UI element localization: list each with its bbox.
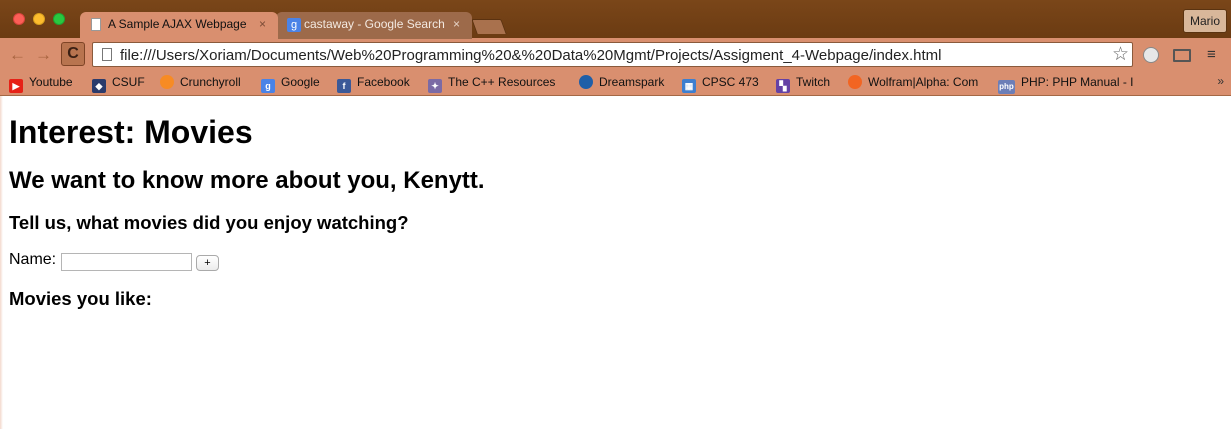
document-icon (102, 48, 112, 61)
page-subtitle: We want to know more about you, Kenytt. (9, 167, 485, 194)
dreamspark-icon (579, 75, 593, 89)
back-arrow-icon[interactable]: ← (9, 45, 26, 65)
tab-google-search[interactable]: g castaway - Google Search × (276, 12, 472, 39)
cast-icon[interactable] (1173, 49, 1191, 62)
name-input[interactable] (61, 253, 192, 271)
bookmark-star-icon[interactable]: ☆ (1112, 43, 1129, 66)
tab-sample-ajax[interactable]: A Sample AJAX Webpage × (80, 12, 278, 39)
tab-close-icon[interactable]: × (259, 17, 266, 31)
new-tab-button[interactable] (471, 19, 507, 34)
url-text[interactable]: file:///Users/Xoriam/Documents/Web%20Pro… (120, 47, 941, 64)
window-close-button[interactable] (13, 13, 25, 25)
page-title: Interest: Movies (9, 114, 253, 150)
menu-icon[interactable]: ≡ (1207, 47, 1216, 62)
tab-close-icon[interactable]: × (453, 17, 460, 31)
movies-list-heading: Movies you like: (9, 288, 152, 309)
extension-shield-icon[interactable] (1143, 47, 1159, 63)
bookmark-dreamspark[interactable]: Dreamspark (579, 75, 664, 89)
csuf-icon: ◆ (92, 79, 106, 93)
google-icon: g (261, 79, 275, 93)
cpp-resources-icon: ✦ (428, 79, 442, 93)
browser-toolbar: ← → C file:///Users/Xoriam/Documents/Web… (0, 38, 1231, 70)
movies-prompt: Tell us, what movies did you enjoy watch… (9, 212, 409, 233)
google-icon: g (287, 18, 301, 32)
bookmark-google[interactable]: g Google (261, 75, 320, 93)
profile-button[interactable]: Mario (1182, 9, 1227, 33)
bookmark-twitch[interactable]: ▚ Twitch (776, 75, 830, 93)
bookmark-facebook[interactable]: f Facebook (337, 75, 410, 93)
bookmarks-overflow-icon[interactable]: » (1217, 74, 1224, 88)
bookmark-cpsc-473[interactable]: ▦ CPSC 473 (682, 75, 759, 93)
bookmark-wolfram-alpha[interactable]: Wolfram|Alpha: Com (848, 75, 984, 89)
tab-title: castaway - Google Search (304, 17, 445, 31)
tab-title: A Sample AJAX Webpage (108, 17, 247, 31)
bookmark-crunchyroll[interactable]: Crunchyroll (160, 75, 241, 89)
bookmark-php-manual[interactable]: php PHP: PHP Manual - I (998, 75, 1136, 94)
calendar-icon: ▦ (682, 79, 696, 93)
php-icon: php (998, 80, 1015, 94)
bookmark-cpp-resources[interactable]: ✦ The C++ Resources (428, 75, 564, 93)
twitch-icon: ▚ (776, 79, 790, 93)
wolfram-icon (848, 75, 862, 89)
reload-icon[interactable]: C (61, 42, 85, 66)
youtube-icon: ▶ (9, 79, 23, 93)
address-bar[interactable]: file:///Users/Xoriam/Documents/Web%20Pro… (92, 42, 1133, 67)
facebook-icon: f (337, 79, 351, 93)
bookmark-youtube[interactable]: ▶ Youtube (9, 75, 73, 93)
window-minimize-button[interactable] (33, 13, 45, 25)
forward-arrow-icon[interactable]: → (35, 45, 52, 65)
window-titlebar: A Sample AJAX Webpage × g castaway - Goo… (0, 0, 1231, 39)
window-maximize-button[interactable] (53, 13, 65, 25)
bookmark-csuf[interactable]: ◆ CSUF (92, 75, 145, 93)
bookmarks-bar: ▶ Youtube ◆ CSUF Crunchyroll g Google f Face… (0, 70, 1231, 96)
name-label: Name: (9, 251, 57, 268)
add-movie-button[interactable]: + (196, 255, 219, 271)
crunchyroll-icon (160, 75, 174, 89)
document-icon (91, 18, 101, 31)
page-content: Interest: Movies We want to know more ab… (0, 96, 1231, 429)
